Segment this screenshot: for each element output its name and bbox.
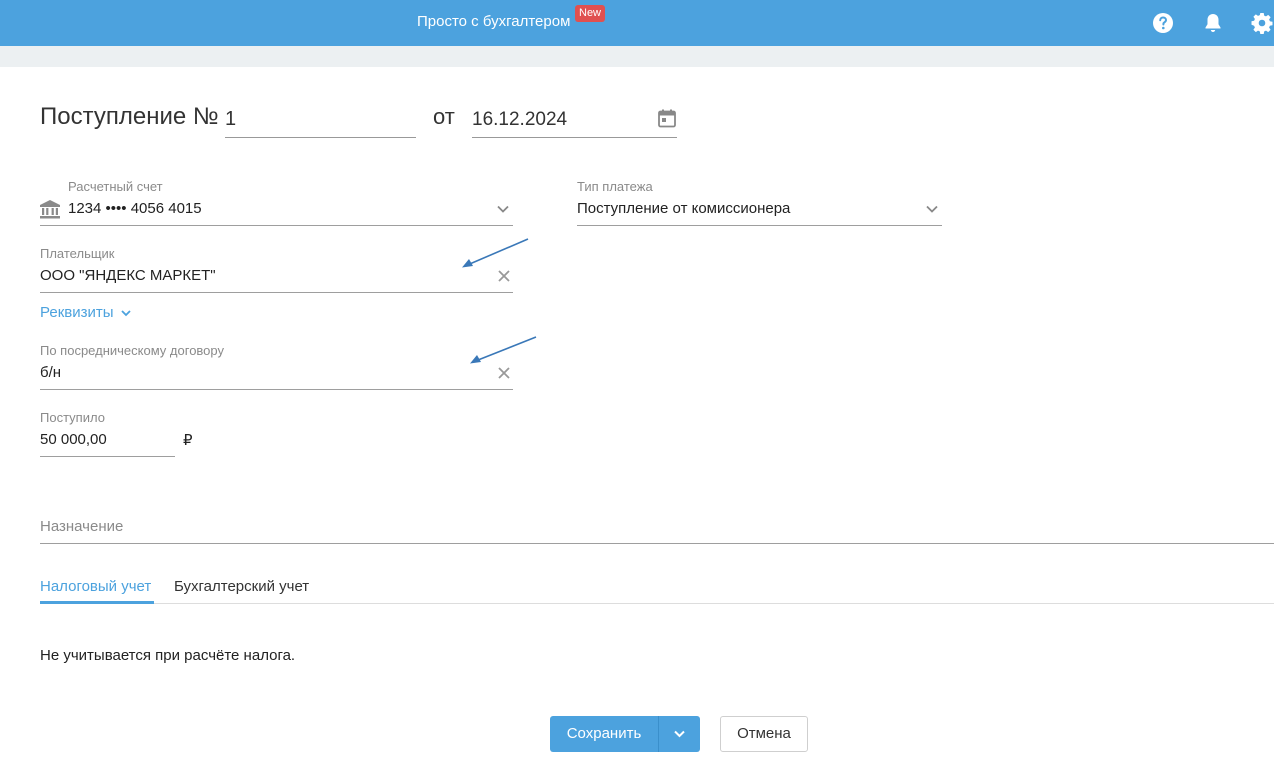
account-underline <box>40 225 513 226</box>
document-date-input[interactable]: 16.12.2024 <box>472 104 677 138</box>
details-link-label: Реквизиты <box>40 304 114 321</box>
gear-icon[interactable] <box>1250 11 1274 35</box>
document-number-input[interactable]: 1 <box>225 104 416 138</box>
chevron-down-icon[interactable] <box>926 205 938 213</box>
new-badge: New <box>575 5 606 22</box>
tax-note: Не учитывается при расчёте налога. <box>40 647 296 664</box>
save-button-group: Сохранить <box>550 716 700 752</box>
payment-type-label: Тип платежа <box>577 179 653 194</box>
received-label: Поступило <box>40 410 105 425</box>
tab-bookkeeping[interactable]: Бухгалтерский учет <box>174 578 309 595</box>
purpose-input[interactable]: Назначение <box>40 518 123 535</box>
bank-icon <box>40 200 60 219</box>
payer-input[interactable]: ООО "ЯНДЕКС МАРКЕТ" <box>40 267 216 284</box>
purpose-underline <box>40 543 1274 544</box>
received-amount-input[interactable]: 50 000,00 <box>40 431 107 448</box>
save-button[interactable]: Сохранить <box>550 716 658 752</box>
contract-underline <box>40 389 513 390</box>
save-options-button[interactable] <box>659 716 700 752</box>
sub-bar <box>0 46 1274 67</box>
annotation-arrow <box>462 238 529 268</box>
payer-underline <box>40 292 513 293</box>
received-underline <box>40 456 175 457</box>
account-select[interactable]: 1234 •••• 4056 4015 <box>68 200 202 217</box>
payer-label: Плательщик <box>40 246 115 261</box>
chevron-down-icon[interactable] <box>497 205 509 213</box>
details-link[interactable]: Реквизиты <box>40 304 131 321</box>
tab-tax-accounting[interactable]: Налоговый учет <box>40 578 151 595</box>
chevron-down-icon <box>674 730 685 738</box>
calendar-icon[interactable] <box>657 108 677 128</box>
date-prefix-label: от <box>433 104 455 129</box>
account-label: Расчетный счет <box>68 179 163 194</box>
currency-label: ₽ <box>183 432 193 449</box>
top-bar: Просто с бухгалтером New <box>0 0 1274 46</box>
cancel-button[interactable]: Отмена <box>720 716 808 752</box>
tabs-divider <box>40 603 1274 604</box>
bell-icon[interactable] <box>1201 11 1225 35</box>
active-tab-indicator <box>40 601 154 604</box>
contract-input[interactable]: б/н <box>40 364 61 381</box>
annotation-arrow <box>470 336 537 364</box>
app-title[interactable]: Просто с бухгалтером <box>417 13 570 30</box>
chevron-down-icon <box>121 309 131 316</box>
help-icon[interactable] <box>1151 11 1175 35</box>
document-title: Поступление № <box>40 103 219 130</box>
contract-label: По посредническому договору <box>40 343 224 358</box>
payment-type-underline <box>577 225 942 226</box>
payment-type-select[interactable]: Поступление от комиссионера <box>577 200 790 217</box>
